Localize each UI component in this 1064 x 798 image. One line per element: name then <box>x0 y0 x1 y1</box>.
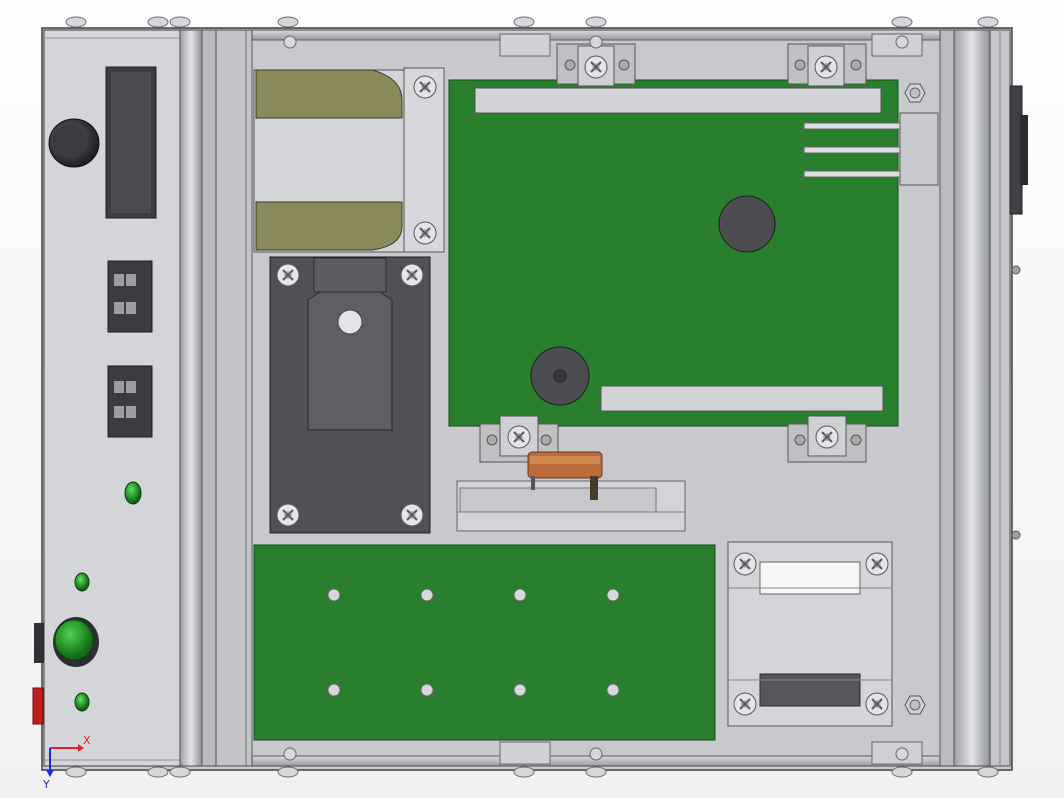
enclosure-drawing <box>32 16 1028 778</box>
hex-nut-bottom <box>904 695 926 715</box>
pcb-mount-top-right <box>787 43 867 87</box>
led-indicator-2 <box>74 572 90 592</box>
pcb-mount-top-left <box>556 43 636 87</box>
led-indicator-3 <box>74 692 90 712</box>
power-switch-body <box>34 623 44 663</box>
axis-x-label: X <box>83 734 91 747</box>
relay-module <box>269 256 431 534</box>
rail-right <box>953 29 991 767</box>
rail-left-2 <box>215 29 253 767</box>
terminal-block-lower <box>107 365 153 438</box>
lower-pcb <box>253 544 716 741</box>
cad-viewport[interactable]: X Y <box>0 0 1064 798</box>
rail-left-1 <box>179 29 203 767</box>
main-pcb <box>448 79 939 427</box>
filter-bracket <box>727 541 893 727</box>
axis-y-label: Y <box>43 778 50 791</box>
top-bolt-heads <box>65 16 999 28</box>
transformer <box>253 67 445 253</box>
hex-nut-top <box>904 83 926 103</box>
led-indicator-1 <box>124 481 142 505</box>
red-button <box>32 687 44 725</box>
terminal-block-upper <box>107 260 153 333</box>
green-pushbutton <box>54 619 94 661</box>
